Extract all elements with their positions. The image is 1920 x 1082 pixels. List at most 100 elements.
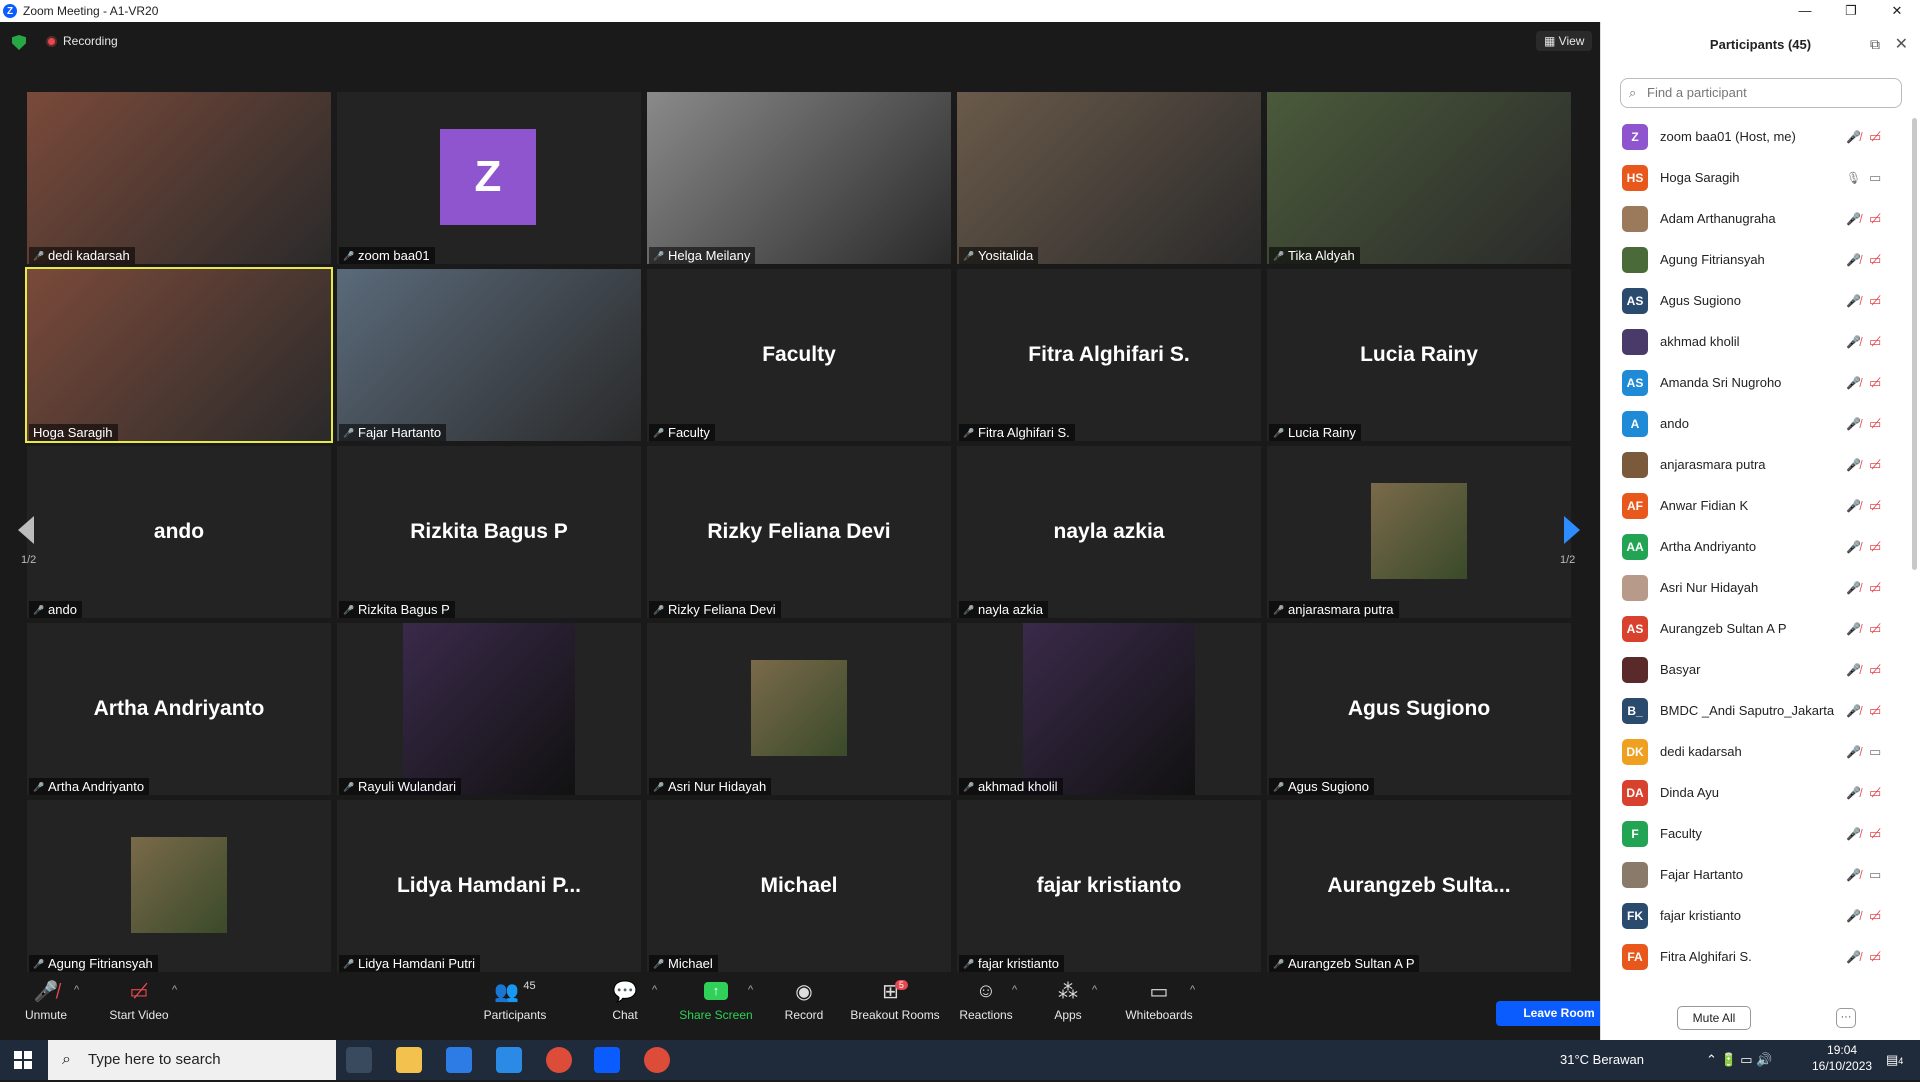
system-tray-icons[interactable]: ⌃ 🔋 ▭ 🔊 xyxy=(1706,1040,1772,1080)
mute-all-button[interactable]: Mute All xyxy=(1677,1006,1751,1030)
reactions-button[interactable]: ☺ Reactions xyxy=(956,978,1016,1023)
video-tile[interactable]: 🎤 Fajar Hartanto xyxy=(337,269,641,441)
prev-page-arrow-icon[interactable] xyxy=(18,516,34,544)
video-tile[interactable]: fajar kristianto 🎤 fajar kristianto xyxy=(957,800,1261,972)
microsoft-store-icon[interactable] xyxy=(446,1047,472,1073)
close-window-button[interactable]: ✕ xyxy=(1874,0,1920,22)
participant-row[interactable]: FK fajar kristianto 🎤̸ ▭̸ xyxy=(1601,895,1911,936)
share-options-caret-icon[interactable]: ^ xyxy=(748,984,753,996)
next-page-arrow-icon[interactable] xyxy=(1564,516,1580,544)
notification-center-icon[interactable]: ▤4 xyxy=(1886,1040,1903,1080)
participant-row[interactable]: Asri Nur Hidayah 🎤̸ ▭̸ xyxy=(1601,567,1911,608)
participant-row[interactable]: akhmad kholil 🎤̸ ▭̸ xyxy=(1601,321,1911,362)
chrome-icon[interactable] xyxy=(546,1047,572,1073)
chat-button[interactable]: 💬 Chat xyxy=(600,978,650,1023)
meeting-toolbar: 🎤̸ Unmute ^ ▭̸ Start Video ^ 👥 45 Partici… xyxy=(0,978,1600,1040)
mic-muted-icon: 🎤̸ xyxy=(1846,826,1861,841)
participants-button[interactable]: 👥 45 Participants xyxy=(480,978,550,1022)
video-tile[interactable]: Aurangzeb Sulta... 🎤 Aurangzeb Sultan A P xyxy=(1267,800,1571,972)
participant-row[interactable]: HS Hoga Saragih 🎙 ▭ xyxy=(1601,157,1911,198)
unmute-button[interactable]: 🎤̸ Unmute xyxy=(18,978,74,1023)
participant-row[interactable]: FA Fitra Alghifari S. 🎤̸ ▭̸ xyxy=(1601,936,1911,977)
video-tile[interactable]: 🎤 Yositalida xyxy=(957,92,1261,264)
task-view-icon[interactable] xyxy=(346,1047,372,1073)
weather-widget[interactable]: 31°C Berawan xyxy=(1560,1040,1644,1080)
record-button[interactable]: ◉ Record xyxy=(776,978,832,1023)
video-tile[interactable]: Faculty 🎤 Faculty xyxy=(647,269,951,441)
participant-row[interactable]: Fajar Hartanto 🎤̸ ▭ xyxy=(1601,854,1911,895)
video-tile[interactable]: Z 🎤 zoom baa01 xyxy=(337,92,641,264)
participant-list-scrollbar[interactable] xyxy=(1912,118,1917,570)
taskbar-clock[interactable]: 19:04 16/10/2023 xyxy=(1812,1042,1872,1082)
video-tile[interactable]: Rizkita Bagus P 🎤 Rizkita Bagus P xyxy=(337,446,641,618)
participant-row[interactable]: Basyar 🎤̸ ▭̸ xyxy=(1601,649,1911,690)
video-tile[interactable]: 🎤 dedi kadarsah xyxy=(27,92,331,264)
chat-options-caret-icon[interactable]: ^ xyxy=(652,984,657,996)
mail-icon[interactable] xyxy=(496,1047,522,1073)
video-tile[interactable]: nayla azkia 🎤 nayla azkia xyxy=(957,446,1261,618)
encryption-shield-icon[interactable] xyxy=(12,35,26,50)
close-panel-icon[interactable]: ✕ xyxy=(1895,34,1908,54)
clock-date: 16/10/2023 xyxy=(1812,1059,1873,1073)
audio-options-caret-icon[interactable]: ^ xyxy=(74,984,79,996)
video-tile[interactable]: Lidya Hamdani P... 🎤 Lidya Hamdani Putri xyxy=(337,800,641,972)
video-tile[interactable]: 🎤 anjarasmara putra xyxy=(1267,446,1571,618)
video-tile[interactable]: ando 🎤 ando xyxy=(27,446,331,618)
share-screen-button[interactable]: ↑ Share Screen xyxy=(678,978,754,1022)
video-tile[interactable]: Fitra Alghifari S. 🎤 Fitra Alghifari S. xyxy=(957,269,1261,441)
camera-off-icon: ▭̸ xyxy=(1869,292,1882,308)
video-tile[interactable]: 🎤 Asri Nur Hidayah xyxy=(647,623,951,795)
apps-options-caret-icon[interactable]: ^ xyxy=(1092,984,1097,996)
participant-search-input[interactable]: ⌕ Find a participant xyxy=(1620,78,1902,108)
participant-row[interactable]: AS Agus Sugiono 🎤̸ ▭̸ xyxy=(1601,280,1911,321)
windows-start-icon[interactable] xyxy=(14,1051,32,1069)
participant-row[interactable]: Agung Fitriansyah 🎤̸ ▭̸ xyxy=(1601,239,1911,280)
view-button[interactable]: ▦ View xyxy=(1536,31,1593,51)
participant-row[interactable]: AA Artha Andriyanto 🎤̸ ▭̸ xyxy=(1601,526,1911,567)
maximize-button[interactable]: ❐ xyxy=(1828,0,1874,22)
participant-row[interactable]: AS Amanda Sri Nugroho 🎤̸ ▭̸ xyxy=(1601,362,1911,403)
recording-indicator[interactable]: Recording xyxy=(46,34,118,48)
participant-row[interactable]: AF Anwar Fidian K 🎤̸ ▭̸ xyxy=(1601,485,1911,526)
whiteboards-button[interactable]: ▭ Whiteboards xyxy=(1124,978,1194,1023)
video-tile[interactable]: Michael 🎤 Michael xyxy=(647,800,951,972)
minimize-button[interactable]: — xyxy=(1782,0,1828,22)
video-tile[interactable]: 🎤 Helga Meilany xyxy=(647,92,951,264)
video-tile[interactable]: Rizky Feliana Devi 🎤 Rizky Feliana Devi xyxy=(647,446,951,618)
video-tile[interactable]: 🎤 Rayuli Wulandari xyxy=(337,623,641,795)
zoom-taskbar-icon[interactable] xyxy=(594,1047,620,1073)
participant-row[interactable]: anjarasmara putra 🎤̸ ▭̸ xyxy=(1601,444,1911,485)
video-tile[interactable]: Agus Sugiono 🎤 Agus Sugiono xyxy=(1267,623,1571,795)
participant-row[interactable]: B_ BMDC _Andi Saputro_Jakarta 🎤̸ ▭̸ xyxy=(1601,690,1911,731)
participant-row[interactable]: DA Dinda Ayu 🎤̸ ▭̸ xyxy=(1601,772,1911,813)
participant-row[interactable]: F Faculty 🎤̸ ▭̸ xyxy=(1601,813,1911,854)
video-options-caret-icon[interactable]: ^ xyxy=(172,984,177,996)
video-tile[interactable]: Artha Andriyanto 🎤 Artha Andriyanto xyxy=(27,623,331,795)
more-options-button[interactable]: ··· xyxy=(1836,1008,1856,1028)
tile-display-name: Aurangzeb Sulta... xyxy=(1327,874,1511,897)
participant-row[interactable]: DK dedi kadarsah 🎤̸ ▭ xyxy=(1601,731,1911,772)
taskbar-search-input[interactable]: ⌕ Type here to search xyxy=(48,1040,336,1080)
reactions-options-caret-icon[interactable]: ^ xyxy=(1012,984,1017,996)
participant-avatar: A xyxy=(1622,410,1648,437)
participant-row[interactable]: Adam Arthanugraha 🎤̸ ▭̸ xyxy=(1601,198,1911,239)
start-video-button[interactable]: ▭̸ Start Video xyxy=(104,978,174,1023)
chrome-profile-icon[interactable] xyxy=(644,1047,670,1073)
participant-row[interactable]: Aando 🎤̸ ▭̸ xyxy=(1601,403,1911,444)
mic-muted-icon: 🎤̸ xyxy=(1846,662,1861,677)
chat-label: Chat xyxy=(612,1008,638,1022)
participant-row[interactable]: Zzoom baa01 (Host, me) 🎤̸ ▭̸ xyxy=(1601,116,1911,157)
pop-out-icon[interactable]: ⧉ xyxy=(1870,36,1880,53)
participant-avatar xyxy=(1622,246,1648,273)
participant-name: Agus Sugiono xyxy=(1288,779,1369,794)
video-tile[interactable]: Hoga Saragih xyxy=(25,267,333,443)
whiteboard-options-caret-icon[interactable]: ^ xyxy=(1190,984,1195,996)
file-explorer-icon[interactable] xyxy=(396,1047,422,1073)
video-tile[interactable]: 🎤 Agung Fitriansyah xyxy=(27,800,331,972)
participant-row[interactable]: AS Aurangzeb Sultan A P 🎤̸ ▭̸ xyxy=(1601,608,1911,649)
breakout-rooms-button[interactable]: ⊞ 5 Breakout Rooms xyxy=(848,978,942,1022)
video-tile[interactable]: 🎤 akhmad kholil xyxy=(957,623,1261,795)
apps-button[interactable]: ⁂ Apps xyxy=(1048,978,1088,1023)
video-tile[interactable]: Lucia Rainy 🎤 Lucia Rainy xyxy=(1267,269,1571,441)
video-tile[interactable]: 🎤 Tika Aldyah xyxy=(1267,92,1571,264)
